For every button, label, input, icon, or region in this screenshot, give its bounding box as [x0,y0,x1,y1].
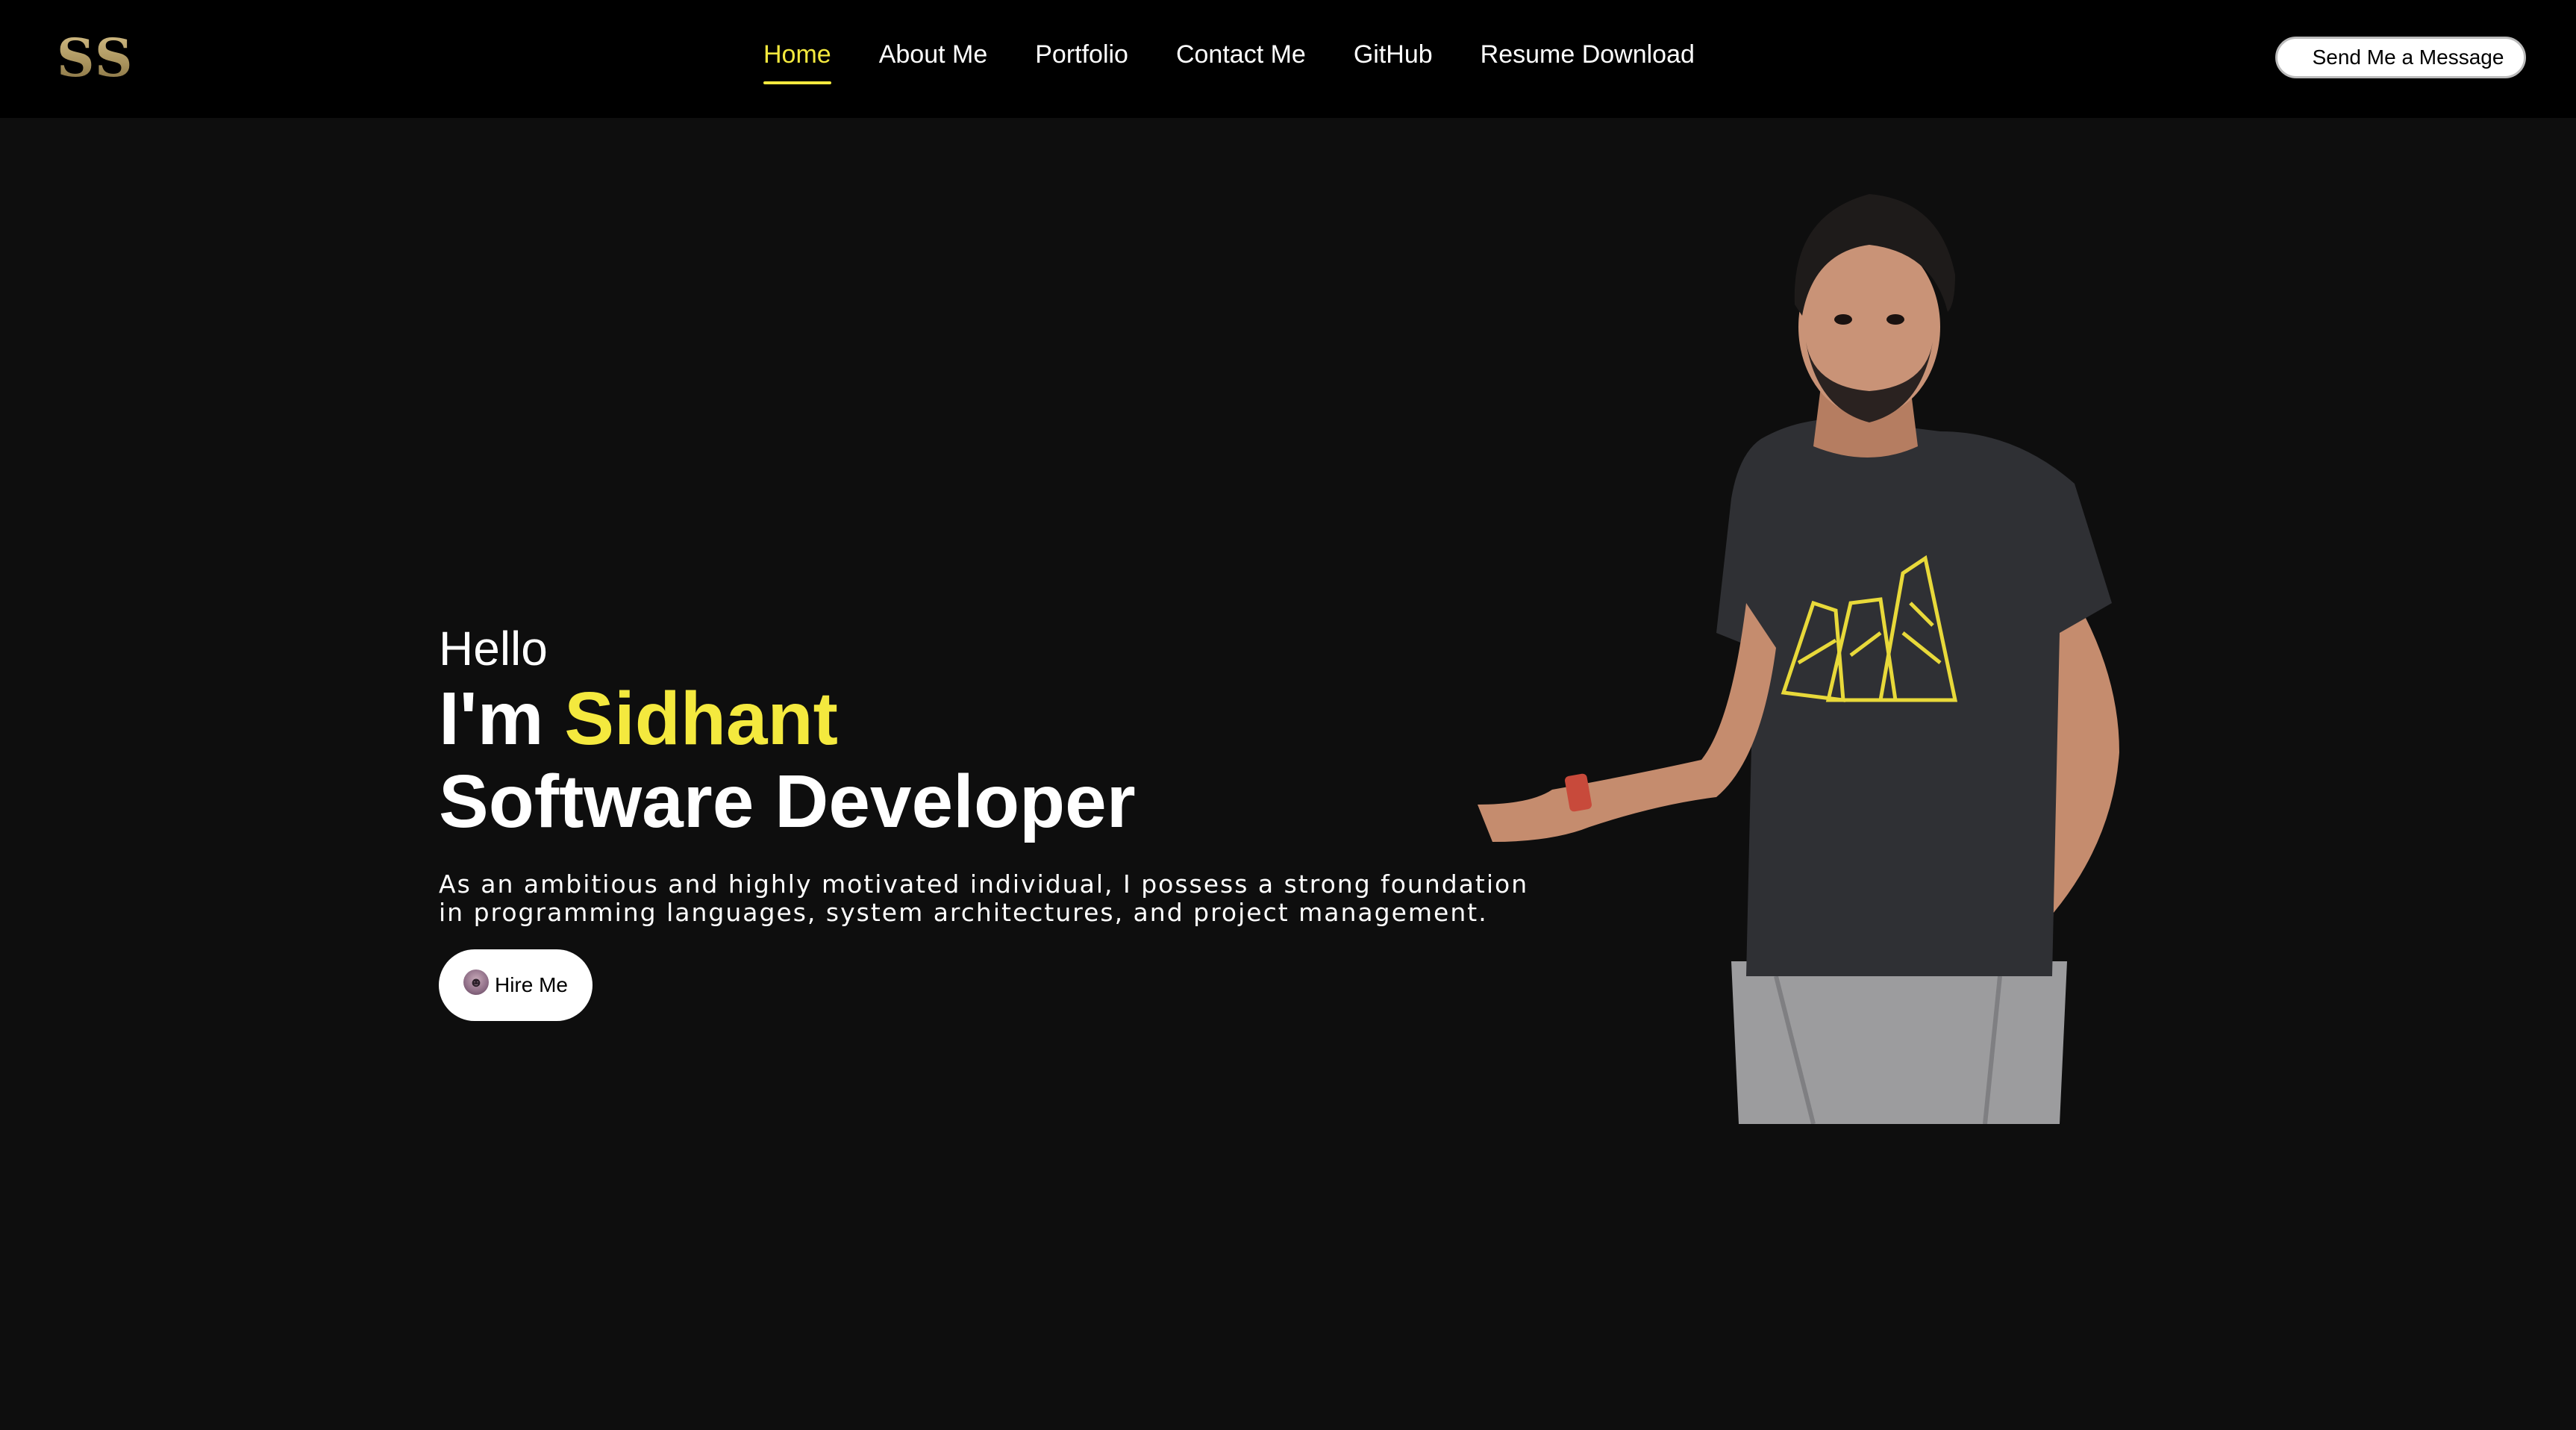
hire-me-button[interactable]: ☻ Hire Me [439,949,593,1021]
nav-item-github[interactable]: GitHub [1354,40,1433,69]
hire-me-label: Hire Me [494,973,568,996]
avatar-icon: ☻ [463,970,489,995]
hero-description: As an ambitious and highly motivated ind… [439,869,1529,927]
send-message-button[interactable]: Send Me a Message [2275,37,2526,78]
hero-intro: I'm Sidhant [439,678,1543,760]
nav-item-portfolio[interactable]: Portfolio [1035,40,1128,69]
hero-section: Hello I'm Sidhant Software Developer As … [439,619,1543,1021]
hero-role: Software Developer [439,760,1136,843]
nav-item-resume-download[interactable]: Resume Download [1481,40,1695,69]
nav-links: Home About Me Portfolio Contact Me GitHu… [763,40,1695,84]
page: SS Home About Me Portfolio Contact Me Gi… [0,0,2576,1430]
hero-greeting: Hello [439,622,548,675]
portrait-jeans [1731,961,2067,1124]
nav-item-home[interactable]: Home [763,40,831,84]
hero-intro-prefix: I'm [439,677,544,761]
navbar: SS Home About Me Portfolio Contact Me Gi… [0,0,2576,118]
portrait-tshirt [1716,419,2112,976]
hero-name: Sidhant [564,677,838,761]
portrait-image [1478,194,2119,1124]
nav-item-about-me[interactable]: About Me [879,40,988,69]
logo[interactable]: SS [57,27,134,89]
nav-item-contact-me[interactable]: Contact Me [1176,40,1306,69]
